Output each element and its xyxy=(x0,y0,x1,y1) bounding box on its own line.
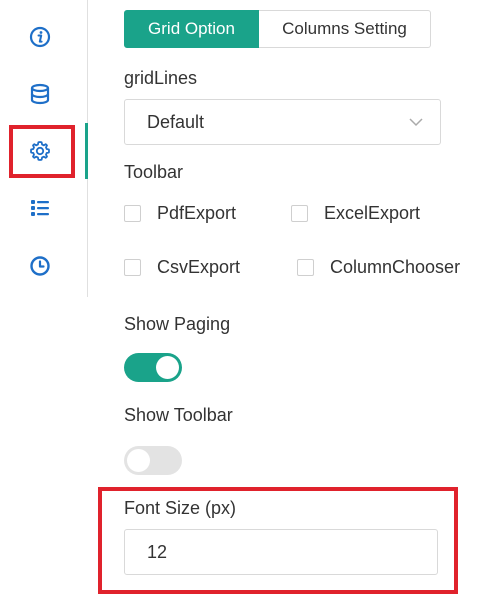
active-indicator xyxy=(85,123,88,179)
sidebar-item-database[interactable] xyxy=(18,72,62,116)
excelexport-label: ExcelExport xyxy=(324,203,421,223)
show-toolbar-label: Show Toolbar xyxy=(124,405,233,425)
database-icon xyxy=(30,83,50,105)
sidebar-item-list[interactable] xyxy=(18,186,62,230)
font-size-label: Font Size (px) xyxy=(124,498,237,518)
gridlines-selected-value: Default xyxy=(147,111,205,132)
font-size-input[interactable] xyxy=(124,529,438,575)
sidebar-item-history[interactable] xyxy=(18,244,62,288)
pdfexport-label: PdfExport xyxy=(157,203,237,223)
columnchooser-checkbox[interactable]: ColumnChooser xyxy=(297,257,460,278)
csvexport-checkbox[interactable]: CsvExport xyxy=(124,257,240,278)
sidebar-item-settings[interactable] xyxy=(18,129,62,173)
gridlines-label: gridLines xyxy=(124,68,198,88)
show-toolbar-toggle[interactable] xyxy=(124,446,182,475)
toggle-knob xyxy=(127,449,150,472)
checkbox-box[interactable] xyxy=(124,259,141,276)
show-paging-toggle[interactable] xyxy=(124,353,182,382)
checkbox-box[interactable] xyxy=(291,205,308,222)
tab-columns-setting[interactable]: Columns Setting xyxy=(259,10,431,48)
show-paging-label: Show Paging xyxy=(124,314,231,334)
checkbox-box[interactable] xyxy=(124,205,141,222)
info-icon xyxy=(29,26,51,48)
gear-icon xyxy=(30,141,50,161)
tab-grid-option[interactable]: Grid Option xyxy=(124,10,259,48)
pdfexport-checkbox[interactable]: PdfExport xyxy=(124,203,236,224)
checkbox-box[interactable] xyxy=(297,259,314,276)
toggle-knob xyxy=(156,356,179,379)
csvexport-label: CsvExport xyxy=(157,257,241,277)
settings-tabs: Grid Option Columns Setting xyxy=(124,10,431,50)
gridlines-select[interactable]: Default xyxy=(124,99,441,145)
toolbar-label: Toolbar xyxy=(124,162,184,182)
settings-sidebar xyxy=(0,0,88,297)
excelexport-checkbox[interactable]: ExcelExport xyxy=(291,203,420,224)
sidebar-item-info[interactable] xyxy=(18,15,62,59)
chevron-down-icon xyxy=(409,118,423,127)
clock-icon xyxy=(30,256,50,276)
list-icon xyxy=(31,200,49,216)
columnchooser-label: ColumnChooser xyxy=(330,257,461,277)
